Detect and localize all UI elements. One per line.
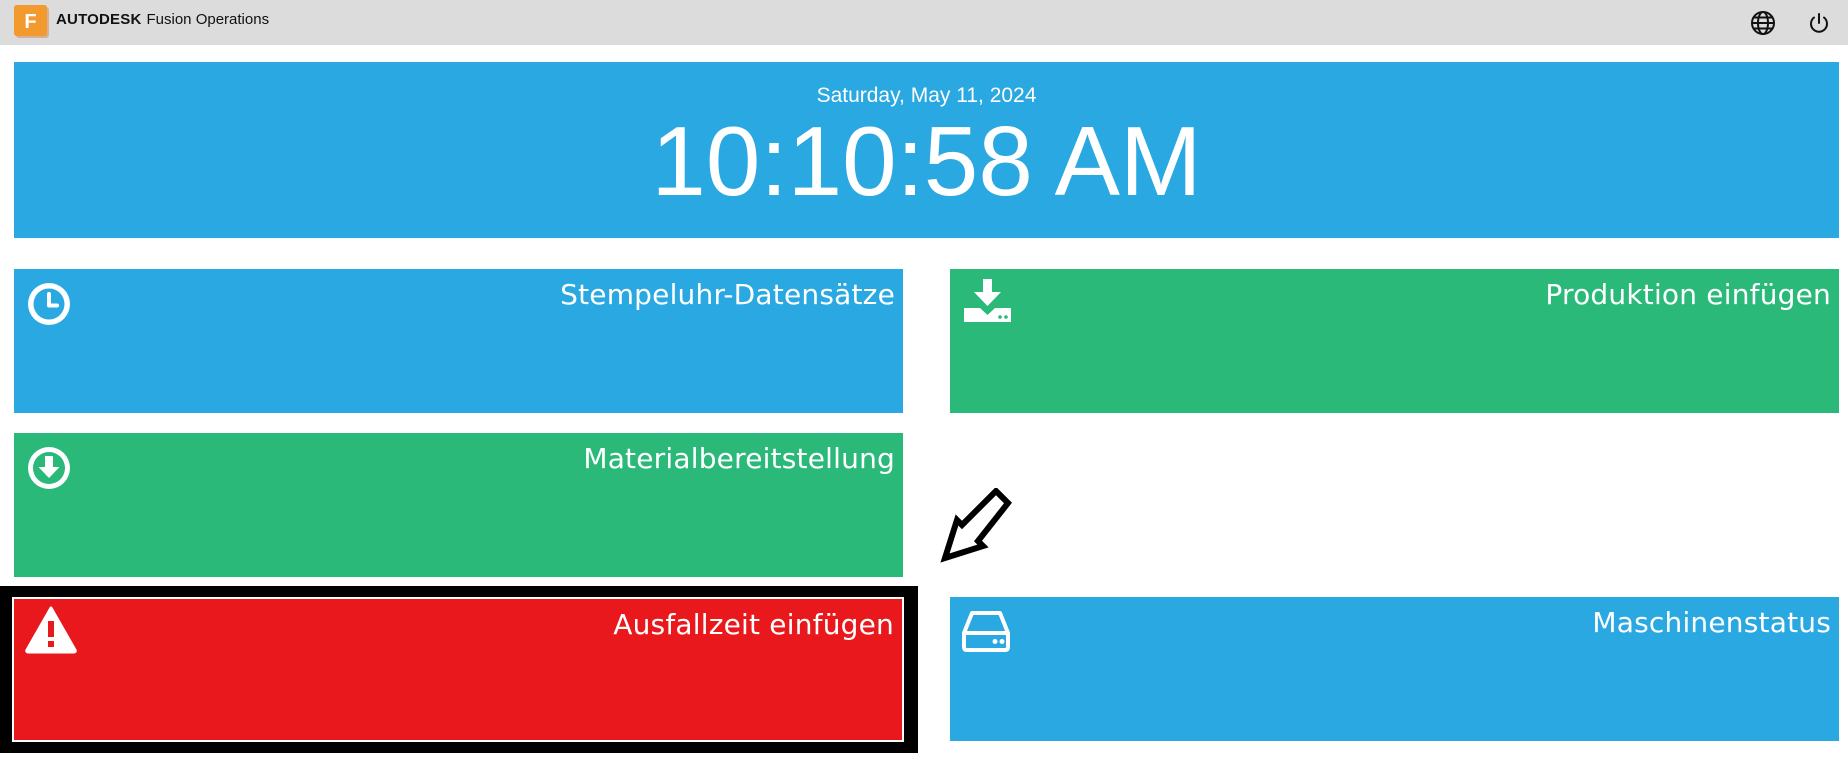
tile-insert-production[interactable]: Produktion einfügen — [950, 269, 1839, 413]
tile-label: Maschinenstatus — [1592, 606, 1831, 639]
tile-label: Stempeluhr-Datensätze — [560, 278, 895, 311]
warning-icon — [24, 605, 78, 655]
download-circle-icon — [26, 445, 72, 491]
pointer-arrow-icon — [940, 486, 1015, 563]
current-time: 10:10:58 AM — [651, 106, 1202, 216]
globe-icon[interactable] — [1750, 10, 1776, 36]
brand-autodesk: AUTODESK — [56, 11, 142, 28]
tile-machine-status[interactable]: Maschinenstatus — [950, 597, 1839, 741]
tile-insert-downtime[interactable]: Ausfallzeit einfügen — [12, 597, 904, 742]
fusion-logo-icon: F — [14, 5, 49, 38]
brand-product: Fusion Operations — [146, 11, 270, 28]
tile-time-clock-records[interactable]: Stempeluhr-Datensätze — [14, 269, 903, 413]
app-title: AUTODESK Fusion Operations — [56, 11, 269, 28]
hard-drive-icon — [962, 609, 1010, 653]
tile-label: Ausfallzeit einfügen — [613, 608, 894, 641]
clock-icon — [26, 281, 72, 327]
download-tray-icon — [962, 277, 1014, 325]
logo-letter: F — [24, 11, 36, 33]
tile-material-provision[interactable]: Materialbereitstellung — [14, 433, 903, 577]
clock-banner: Saturday, May 11, 2024 10:10:58 AM — [14, 62, 1839, 238]
top-bar: F AUTODESK Fusion Operations — [0, 0, 1848, 45]
tile-label: Produktion einfügen — [1545, 278, 1831, 311]
tile-label: Materialbereitstellung — [583, 442, 895, 475]
power-icon[interactable] — [1806, 10, 1832, 36]
